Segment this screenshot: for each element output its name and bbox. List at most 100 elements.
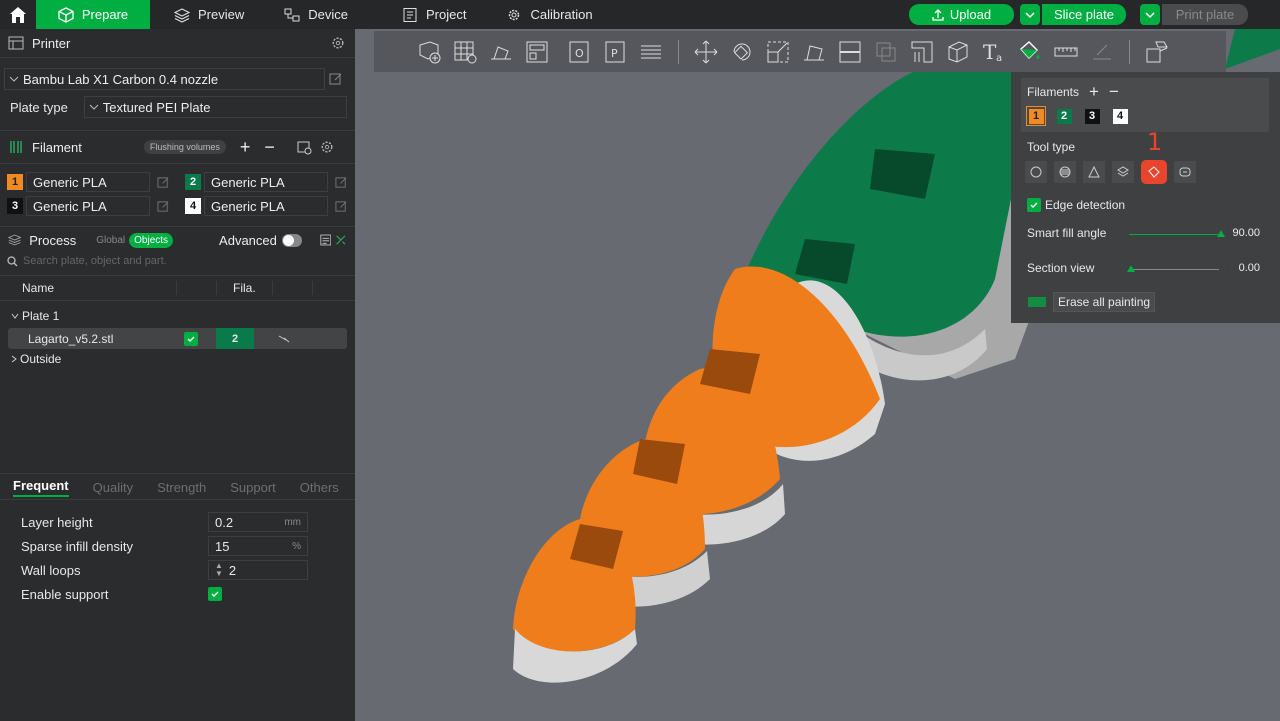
- object-filament-badge[interactable]: 2: [216, 328, 254, 349]
- edit-icon[interactable]: [335, 200, 348, 213]
- tab-support[interactable]: Support: [230, 480, 276, 495]
- assembly-tool[interactable]: [1087, 37, 1117, 67]
- edit-icon[interactable]: [335, 176, 348, 189]
- object-row[interactable]: Lagarto_v5.2.stl 2: [8, 328, 347, 349]
- plate-row[interactable]: Plate 1: [0, 303, 355, 328]
- print-dropdown-button[interactable]: [1140, 4, 1160, 25]
- filament-badge-4: 4: [185, 198, 201, 214]
- filament-item-4[interactable]: 4 Generic PLA: [185, 196, 355, 216]
- slice-plate-button[interactable]: Slice plate: [1042, 4, 1126, 25]
- add-paint-filament-button[interactable]: +: [1089, 82, 1099, 102]
- home-button[interactable]: [0, 0, 36, 29]
- tool-type-buttons: [1025, 160, 1196, 184]
- gear-icon[interactable]: [331, 36, 345, 50]
- tab-prepare[interactable]: Prepare: [36, 0, 150, 29]
- support-paint-tool[interactable]: [907, 37, 937, 67]
- add-plate-tool[interactable]: [450, 37, 480, 67]
- boolean-tool[interactable]: [871, 37, 901, 67]
- text-tool[interactable]: Ta: [979, 37, 1009, 67]
- paint-filament-4[interactable]: 4: [1110, 106, 1130, 126]
- auto-orient-tool[interactable]: [486, 37, 516, 67]
- scale-tool[interactable]: [763, 37, 793, 67]
- section-view-input[interactable]: 0.00: [1228, 258, 1264, 277]
- filament-name-4[interactable]: Generic PLA: [204, 196, 328, 216]
- smart-fill-slider[interactable]: [1129, 225, 1225, 245]
- gear-icon[interactable]: [320, 140, 334, 154]
- sync-icon[interactable]: [297, 140, 312, 155]
- paint-filament-3[interactable]: 3: [1082, 106, 1102, 126]
- circle-tool[interactable]: [1025, 161, 1047, 183]
- wall-loops-input[interactable]: ▲ ▼ 2: [208, 560, 308, 580]
- add-object-tool[interactable]: [414, 37, 444, 67]
- tab-strength[interactable]: Strength: [157, 480, 206, 495]
- filament-name-1[interactable]: Generic PLA: [26, 172, 150, 192]
- fill-tool[interactable]: [1141, 160, 1167, 184]
- upload-button[interactable]: Upload: [909, 4, 1014, 25]
- edge-detection-checkbox[interactable]: [1027, 198, 1041, 212]
- tab-project[interactable]: Project: [382, 0, 486, 29]
- paint-filament-2[interactable]: 2: [1054, 106, 1074, 126]
- remove-paint-filament-button[interactable]: −: [1109, 82, 1119, 102]
- smart-fill-input[interactable]: 90.00: [1228, 223, 1264, 242]
- filament-item-3[interactable]: 3 Generic PLA: [7, 196, 185, 216]
- edit-icon[interactable]: [329, 72, 343, 86]
- tab-project-label: Project: [426, 7, 467, 22]
- tab-calibration[interactable]: Calibration: [486, 0, 612, 29]
- edit-icon[interactable]: [157, 176, 170, 189]
- measure-tool[interactable]: [1051, 37, 1081, 67]
- filament-item-2[interactable]: 2 Generic PLA: [185, 172, 355, 192]
- cut-tool[interactable]: [835, 37, 865, 67]
- gap-fill-tool[interactable]: [1174, 161, 1196, 183]
- erase-all-button[interactable]: Erase all painting: [1053, 292, 1156, 312]
- flushing-volumes-button[interactable]: Flushing volumes: [143, 140, 226, 154]
- tab-preview[interactable]: Preview: [154, 0, 264, 29]
- smart-fill-handle[interactable]: [1217, 230, 1225, 237]
- stepper-icon[interactable]: ▲ ▼: [215, 562, 223, 578]
- edit-icon[interactable]: [157, 200, 170, 213]
- lay-on-face-tool[interactable]: [799, 37, 829, 67]
- explode-view-tool[interactable]: [1142, 37, 1172, 67]
- settings-tools-icon[interactable]: [335, 233, 347, 247]
- move-tool[interactable]: [691, 37, 721, 67]
- tab-frequent[interactable]: Frequent: [13, 478, 69, 497]
- arrange-tool[interactable]: [522, 37, 552, 67]
- filament-item-1[interactable]: 1 Generic PLA: [7, 172, 185, 192]
- tab-quality[interactable]: Quality: [93, 480, 133, 495]
- triangle-tool[interactable]: [1083, 161, 1105, 183]
- outside-row[interactable]: Outside: [0, 349, 355, 369]
- remove-filament-button[interactable]: −: [264, 137, 275, 158]
- object-search[interactable]: Search plate, object and part.: [0, 253, 355, 269]
- section-view-slider[interactable]: [1127, 260, 1219, 280]
- height-range-tool[interactable]: [1112, 161, 1134, 183]
- paint-brush-icon[interactable]: [278, 334, 290, 344]
- enable-support-checkbox[interactable]: [208, 587, 222, 601]
- slice-dropdown-button[interactable]: [1020, 4, 1040, 25]
- split-objects-tool[interactable]: O: [564, 37, 594, 67]
- global-toggle[interactable]: Global: [96, 235, 125, 246]
- color-paint-tool[interactable]: [1015, 37, 1045, 67]
- process-section-header: Process Global Objects Advanced: [0, 227, 355, 253]
- filament-name-2[interactable]: Generic PLA: [204, 172, 328, 192]
- paint-filament-1[interactable]: 1: [1026, 106, 1046, 126]
- sphere-tool[interactable]: [1054, 161, 1076, 183]
- infill-input[interactable]: 15%: [208, 536, 308, 556]
- printer-select[interactable]: Bambu Lab X1 Carbon 0.4 nozzle: [4, 68, 325, 90]
- rotate-tool[interactable]: [727, 37, 757, 67]
- section-view-handle[interactable]: [1127, 265, 1135, 272]
- tab-others[interactable]: Others: [300, 480, 339, 495]
- list-icon[interactable]: [320, 233, 332, 247]
- seam-paint-tool[interactable]: [943, 37, 973, 67]
- filament-name-3[interactable]: Generic PLA: [26, 196, 150, 216]
- advanced-toggle[interactable]: [281, 233, 302, 247]
- layers-tool[interactable]: [636, 37, 666, 67]
- add-filament-button[interactable]: +: [240, 137, 251, 158]
- ruler-icon: [1054, 47, 1078, 56]
- plate-type-select[interactable]: Textured PEI Plate: [83, 96, 347, 118]
- split-parts-tool[interactable]: P: [600, 37, 630, 67]
- objects-toggle[interactable]: Objects: [129, 232, 174, 248]
- object-visible-checkbox[interactable]: [184, 331, 198, 346]
- print-plate-button[interactable]: Print plate: [1162, 4, 1248, 25]
- layer-height-input[interactable]: 0.2 mm: [208, 512, 308, 532]
- tab-device[interactable]: Device: [264, 0, 368, 29]
- assembly-icon: [1093, 44, 1111, 59]
